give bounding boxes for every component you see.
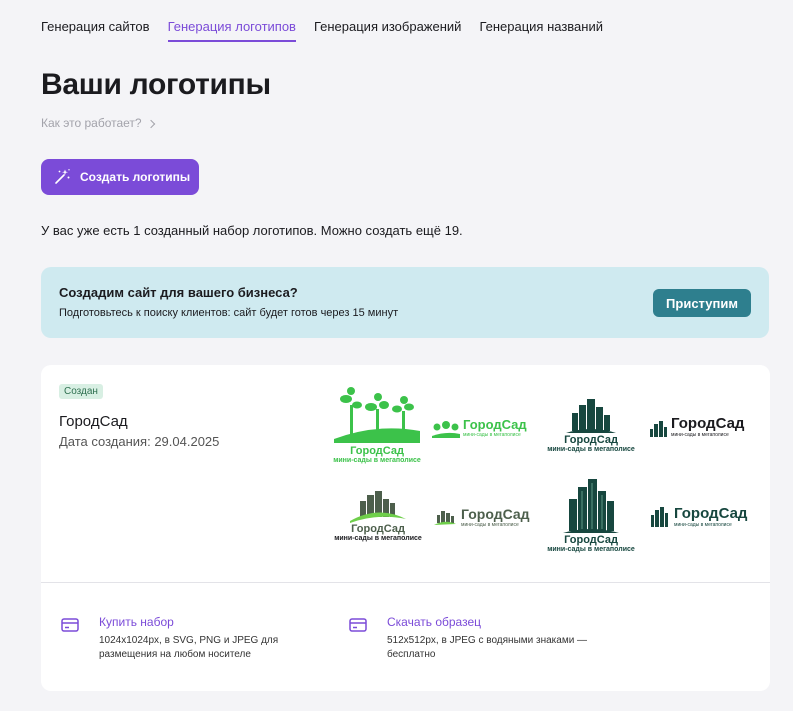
logo-2-brand: ГородСад bbox=[463, 417, 527, 432]
small-trees-icon bbox=[432, 421, 460, 438]
credit-card-icon bbox=[349, 618, 367, 632]
small-city-wave-icon bbox=[434, 511, 456, 525]
logo-2-tagline: мини-сады в мегаполисе bbox=[463, 432, 521, 438]
magic-wand-icon bbox=[55, 169, 70, 184]
small-city-icon bbox=[650, 421, 667, 437]
page-title: Ваши логотипы bbox=[41, 68, 271, 101]
chevron-right-icon bbox=[146, 119, 155, 128]
logo-set-card[interactable]: Создан ГородСад Дата создания: 29.04.202… bbox=[41, 365, 770, 691]
logo-preview-2[interactable]: ГородСад мини-сады в мегаполисе bbox=[432, 417, 532, 441]
promo-start-button[interactable]: Приступим bbox=[653, 289, 751, 317]
tab-logos[interactable]: Генерация логотипов bbox=[167, 19, 296, 42]
card-divider bbox=[41, 582, 770, 583]
website-promo-banner: Создадим сайт для вашего бизнеса? Подгот… bbox=[41, 267, 769, 338]
city-wave-icon bbox=[350, 491, 406, 523]
logo-3-tagline: мини-сады в мегаполисе bbox=[547, 446, 635, 453]
logo-preview-7[interactable]: ГородСад мини-сады в мегаполисе bbox=[539, 479, 643, 559]
logo-preview-5[interactable]: ГородСад мини-сады в мегаполисе bbox=[326, 491, 430, 547]
logo-1-tagline: мини-сады в мегаполисе bbox=[333, 457, 421, 464]
trees-emblem-icon bbox=[334, 387, 420, 443]
top-nav: Генерация сайтов Генерация логотипов Ген… bbox=[41, 19, 603, 42]
how-it-works-label: Как это работает? bbox=[41, 116, 142, 130]
tab-images[interactable]: Генерация изображений bbox=[314, 19, 461, 42]
buy-set-action[interactable]: Купить набор 1024x1024px, в SVG, PNG и J… bbox=[61, 615, 309, 662]
logo-8-tagline: мини-сады в мегаполисе bbox=[674, 522, 732, 528]
logo-set-name: ГородСад bbox=[59, 413, 128, 430]
create-logos-label: Создать логотипы bbox=[80, 170, 191, 184]
credit-card-icon bbox=[61, 618, 79, 632]
tab-names[interactable]: Генерация названий bbox=[479, 19, 603, 42]
logo-7-brand: ГородСад bbox=[564, 534, 618, 546]
download-sample-action[interactable]: Скачать образец 512x512px, в JPEG с водя… bbox=[349, 615, 597, 662]
towers-icon bbox=[563, 479, 619, 533]
logo-preview-4[interactable]: ГородСад мини-сады в мегаполисе bbox=[649, 415, 749, 441]
logo-4-tagline: мини-сады в мегаполисе bbox=[671, 432, 729, 438]
create-logos-button[interactable]: Создать логотипы bbox=[41, 159, 199, 195]
sets-info-text: У вас уже есть 1 созданный набор логотип… bbox=[41, 223, 463, 238]
logo-6-tagline: мини-сады в мегаполисе bbox=[461, 522, 519, 528]
buy-set-link[interactable]: Купить набор bbox=[99, 615, 309, 629]
promo-title: Создадим сайт для вашего бизнеса? bbox=[59, 285, 298, 300]
logo-set-date: Дата создания: 29.04.2025 bbox=[59, 434, 220, 449]
logo-6-brand: ГородСад bbox=[461, 506, 530, 522]
logo-1-brand: ГородСад bbox=[350, 445, 404, 457]
buy-set-description: 1024x1024px, в SVG, PNG и JPEG для разме… bbox=[99, 635, 279, 660]
download-sample-description: 512x512px, в JPEG с водяными знаками — б… bbox=[387, 635, 588, 660]
logo-preview-8[interactable]: ГородСад мини-сады в мегаполисе bbox=[650, 505, 750, 531]
logo-8-brand: ГородСад bbox=[674, 505, 748, 522]
small-towers-icon bbox=[651, 507, 668, 527]
status-badge: Создан bbox=[59, 384, 103, 399]
tab-sites[interactable]: Генерация сайтов bbox=[41, 19, 150, 42]
logo-3-brand: ГородСад bbox=[564, 434, 618, 446]
logo-preview-6[interactable]: ГородСад мини-сады в мегаполисе bbox=[434, 506, 534, 530]
promo-subtitle: Подготовьтесь к поиску клиентов: сайт бу… bbox=[59, 307, 399, 319]
logo-5-tagline: мини-сады в мегаполисе bbox=[334, 535, 422, 542]
logo-preview-1[interactable]: ГородСад мини-сады в мегаполисе bbox=[327, 387, 427, 469]
download-sample-link[interactable]: Скачать образец bbox=[387, 615, 597, 629]
how-it-works-link[interactable]: Как это работает? bbox=[41, 116, 155, 130]
logo-7-tagline: мини-сады в мегаполисе bbox=[547, 546, 635, 553]
logo-preview-3[interactable]: ГородСад мини-сады в мегаполисе bbox=[539, 399, 643, 457]
logo-5-brand: ГородСад bbox=[351, 523, 405, 535]
logo-4-brand: ГородСад bbox=[671, 415, 745, 432]
city-skyline-icon bbox=[566, 399, 616, 433]
